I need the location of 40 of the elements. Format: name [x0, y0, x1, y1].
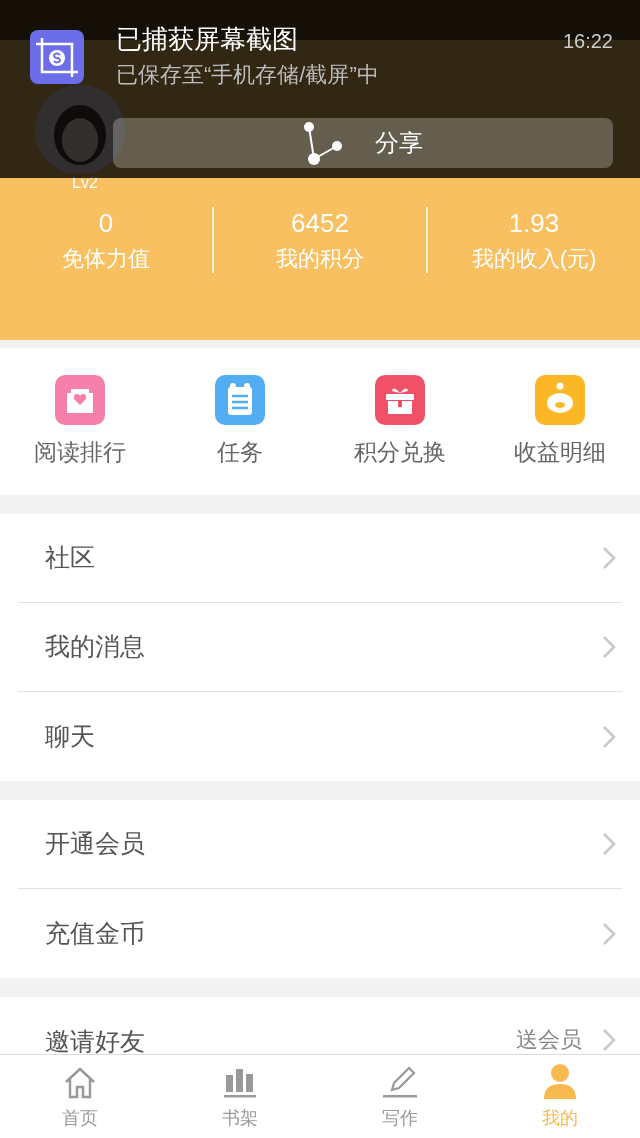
pencil-icon	[382, 1065, 418, 1099]
chevron-right-icon	[602, 635, 616, 659]
menu-item[interactable]: 充值金币	[18, 889, 622, 978]
shortcut-item[interactable]: 任务	[160, 348, 320, 495]
gift-icon	[375, 375, 425, 425]
notification-title: 已捕获屏幕截图	[116, 23, 298, 56]
chevron-right-icon	[602, 1027, 616, 1052]
menu-note: 送会员	[516, 1026, 582, 1054]
stat-value: 6452	[291, 207, 349, 239]
menu-item[interactable]: 我的消息	[18, 603, 622, 692]
home-icon	[63, 1067, 97, 1099]
chevron-right-icon	[602, 921, 616, 946]
stat-label: 免体力值	[62, 245, 150, 273]
menu-item[interactable]: 聊天	[18, 692, 622, 781]
person-icon	[543, 1063, 577, 1099]
menu-label: 开通会员	[45, 828, 145, 860]
share-icon	[303, 121, 345, 165]
notification-time: 16:22	[562, 29, 613, 54]
menu-label: 充值金币	[45, 917, 145, 949]
screenshot-app-icon	[30, 30, 84, 84]
shortcut-item[interactable]: 阅读排行	[0, 348, 160, 495]
stat-value: 0	[98, 207, 114, 239]
shortcut-item[interactable]: 收益明细	[480, 348, 640, 495]
menu-label: 社区	[45, 542, 95, 574]
chevron-right-icon	[602, 546, 616, 570]
menu-label: 邀请好友	[45, 1026, 145, 1057]
stat-label: 我的积分	[276, 245, 364, 273]
tab-item[interactable]: 书架	[160, 1055, 320, 1138]
shortcut-item[interactable]: 积分兑换	[320, 348, 480, 495]
stat-label: 我的收入(元)	[471, 245, 597, 273]
menu-label: 聊天	[45, 720, 95, 752]
menu-item[interactable]: 开通会员	[18, 800, 622, 889]
menu-item[interactable]: 社区	[18, 514, 622, 603]
chevron-right-icon	[602, 832, 616, 856]
stat-value: 1.93	[508, 207, 560, 239]
menu-label: 我的消息	[45, 631, 145, 663]
share-button[interactable]: 分享	[113, 118, 613, 168]
notification-message: 已保存至“手机存储/截屏”中	[116, 61, 379, 89]
chevron-right-icon	[602, 724, 616, 749]
notepad-icon	[215, 375, 265, 425]
